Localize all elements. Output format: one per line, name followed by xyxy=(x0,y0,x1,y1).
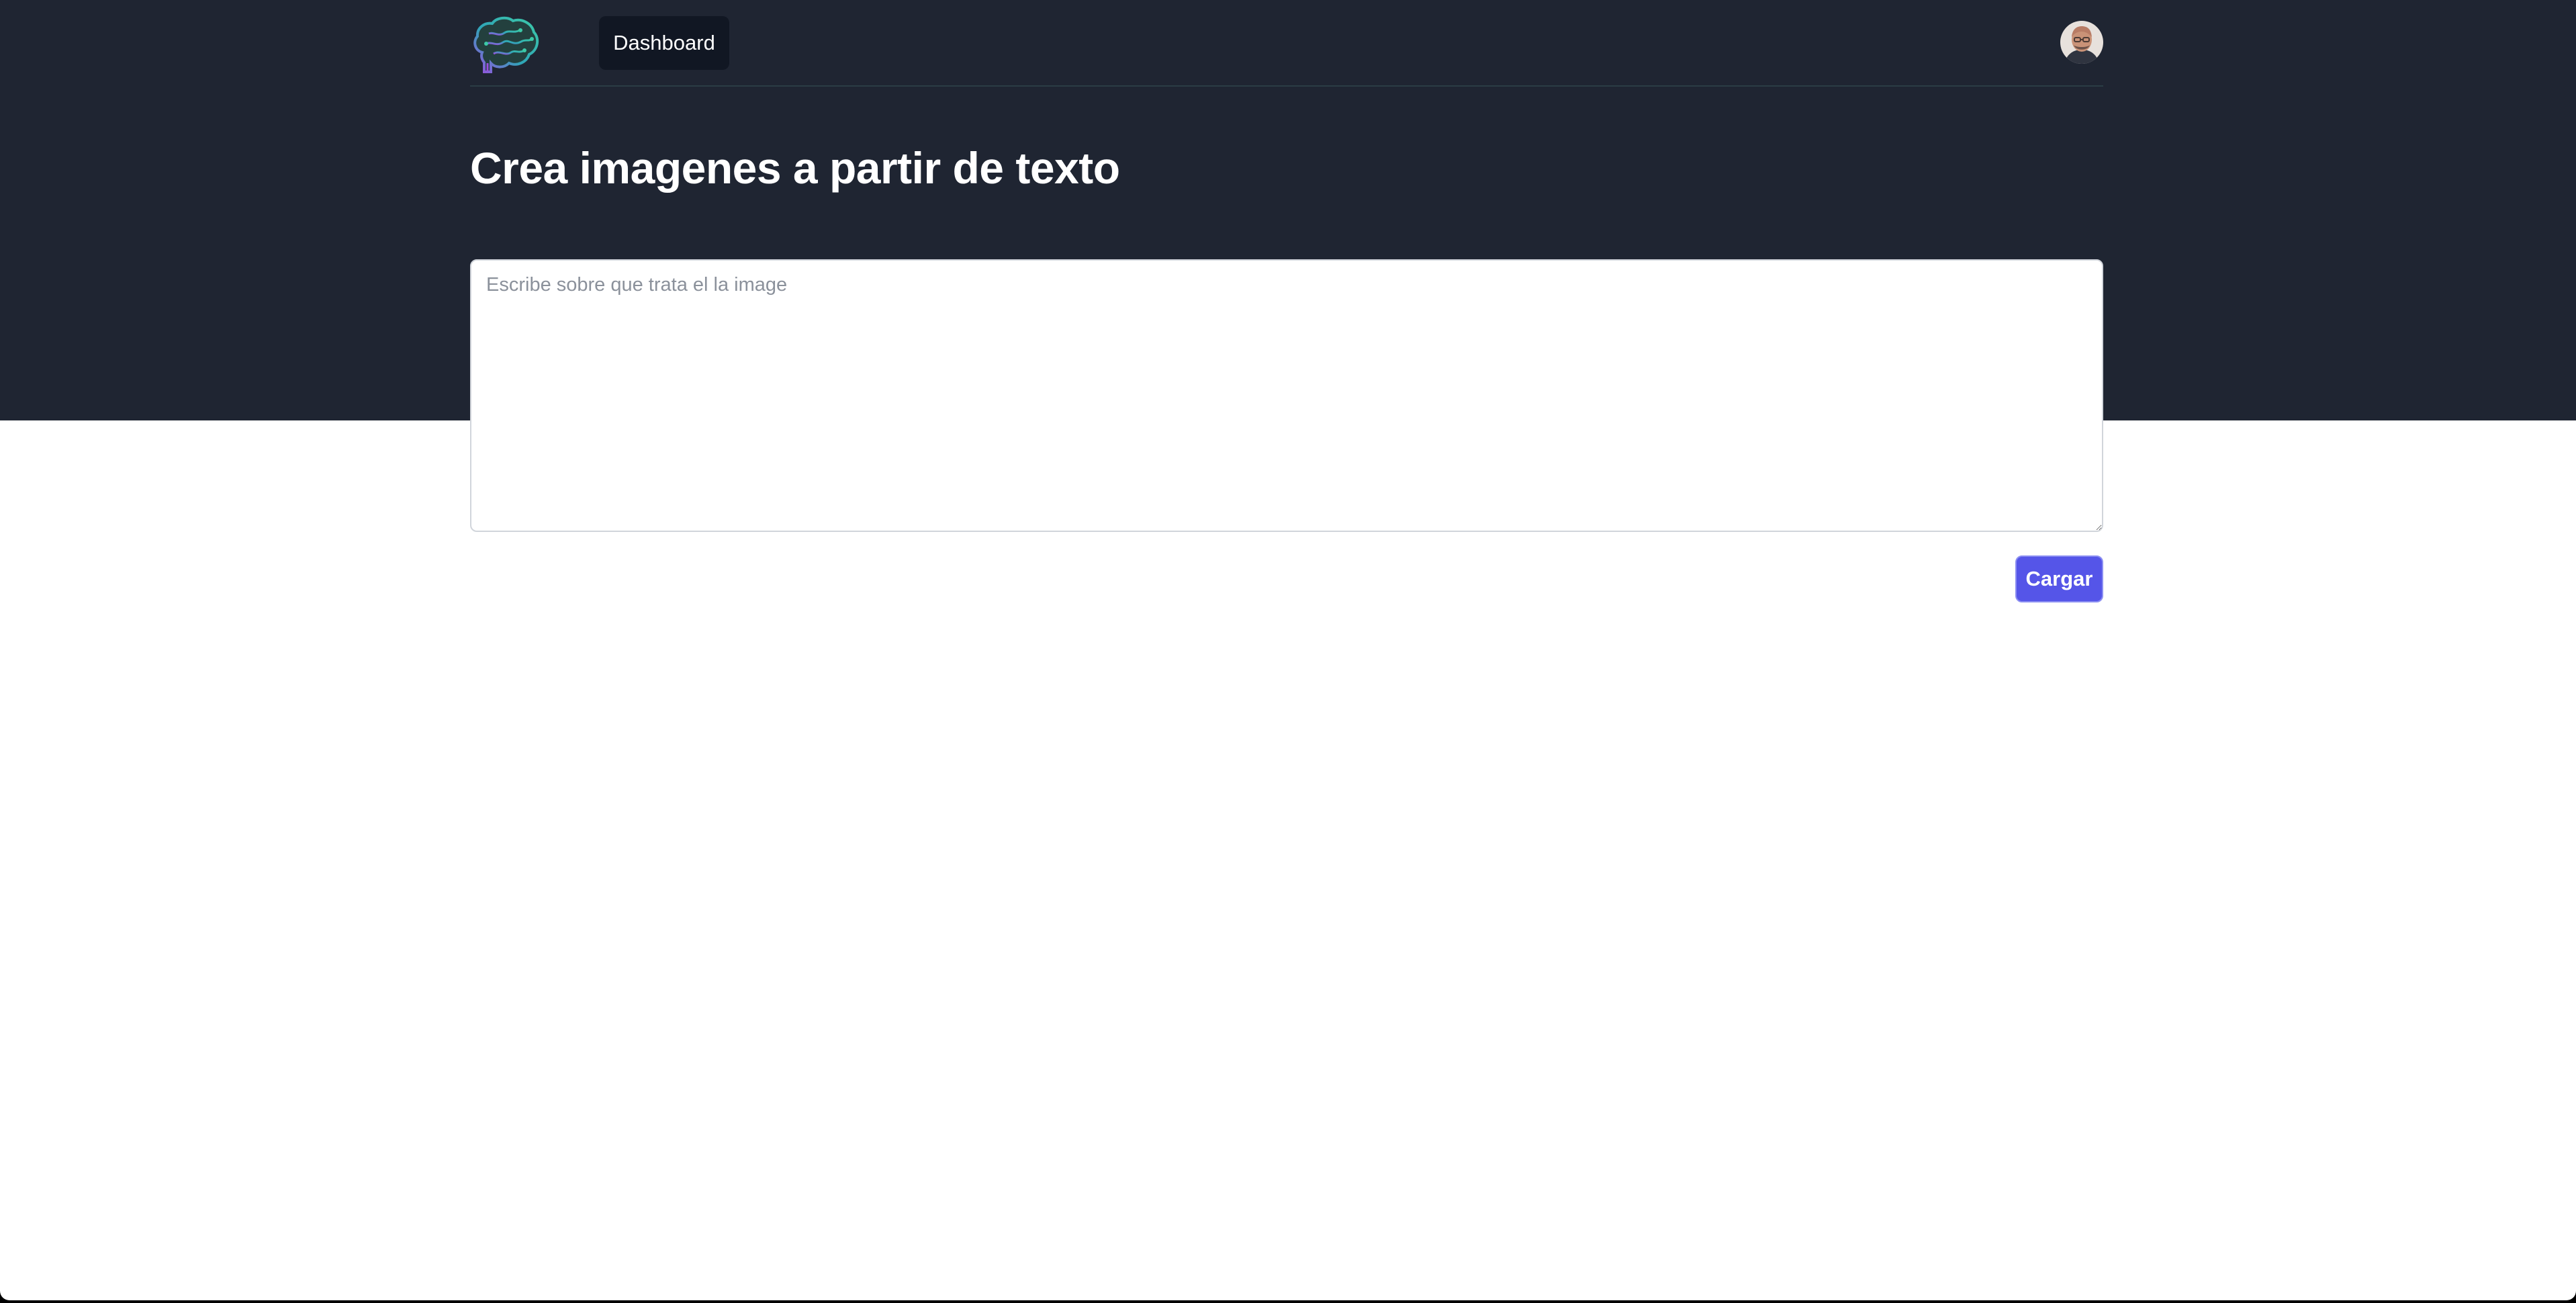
browser-viewport: Dashboard Crea imagenes a partir de text… xyxy=(0,0,2576,1300)
top-navigation: Dashboard xyxy=(470,0,2103,87)
nav-item-dashboard[interactable]: Dashboard xyxy=(599,16,729,70)
page-title: Crea imagenes a partir de texto xyxy=(470,143,1120,193)
user-avatar-icon[interactable] xyxy=(2060,21,2103,64)
image-prompt-textarea[interactable] xyxy=(470,259,2103,532)
avatar-portrait-icon xyxy=(2060,21,2103,64)
upload-button[interactable]: Cargar xyxy=(2015,555,2103,602)
brain-circuit-logo-icon[interactable] xyxy=(470,13,540,74)
